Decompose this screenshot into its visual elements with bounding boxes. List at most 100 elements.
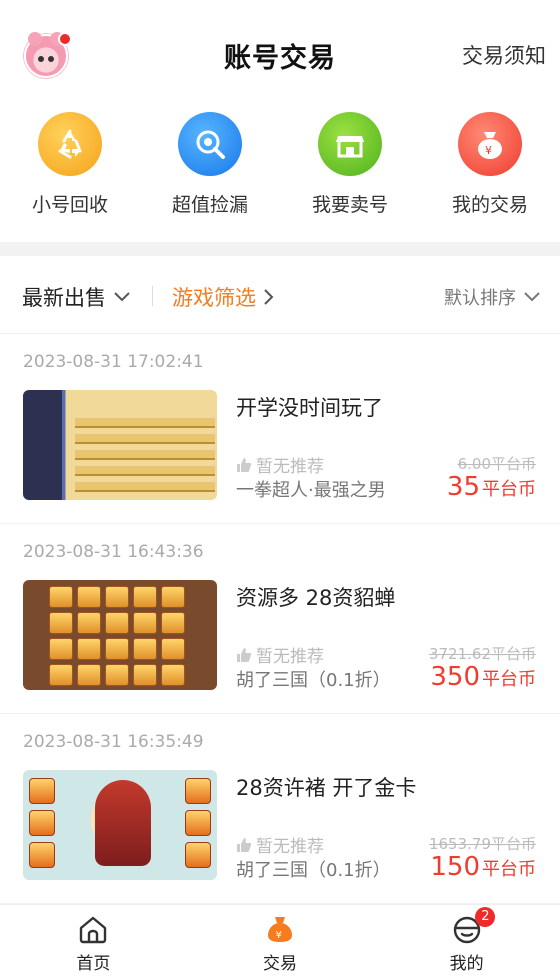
storefront-icon <box>318 112 382 176</box>
sort-label: 默认排序 <box>444 288 516 309</box>
thumb-row <box>75 450 215 460</box>
price-value: 150 <box>430 852 480 882</box>
thumb-cell <box>161 612 185 634</box>
original-price: 6.00平台币 <box>457 455 536 473</box>
quick-item-label: 超值捡漏 <box>171 194 248 216</box>
listing-title: 资源多 28资貂蝉 <box>236 586 396 610</box>
price-unit: 平台币 <box>482 479 536 500</box>
thumb-card <box>29 778 55 804</box>
tab-profile[interactable]: 我的 2 <box>373 905 560 980</box>
game-filter-label: 游戏筛选 <box>172 286 256 310</box>
section-divider <box>0 242 560 256</box>
listing-price: 35 平台币 <box>447 472 536 502</box>
profile-badge: 2 <box>475 907 496 927</box>
listing-time: 2023-08-31 16:35:49 <box>23 732 204 752</box>
thumb-cell <box>161 638 185 660</box>
listing-price: 350 平台币 <box>430 662 536 692</box>
trade-notice-link[interactable]: 交易须知 <box>462 40 546 70</box>
tab-trade[interactable]: ¥ 交易 <box>187 905 374 980</box>
thumb-cell <box>133 586 157 608</box>
game-filter-button[interactable]: 游戏筛选 <box>172 282 274 312</box>
original-price: 3721.62平台币 <box>428 645 536 663</box>
quick-item-label: 小号回收 <box>31 194 108 216</box>
list-item[interactable]: 2023-08-31 16:35:49 28资许褚 开了金卡 暂无推荐 胡了三国… <box>0 714 560 904</box>
tab-label: 交易 <box>263 954 297 974</box>
price-value: 35 <box>446 472 480 502</box>
filter-separator <box>152 286 153 306</box>
thumb-cell <box>77 664 101 686</box>
chevron-down-icon <box>524 292 540 302</box>
recommend-label: 暂无推荐 <box>256 457 324 477</box>
price-unit: 平台币 <box>482 859 536 880</box>
header: 账号交易 交易须知 <box>0 0 560 100</box>
thumbs-up-icon <box>237 647 252 662</box>
thumb-row <box>75 418 215 428</box>
thumb-card <box>185 778 211 804</box>
thumb-cell <box>161 586 185 608</box>
thumb-row <box>75 434 215 444</box>
tab-home[interactable]: 首页 <box>0 905 187 980</box>
listing-price: 150 平台币 <box>430 852 536 882</box>
recommend-status: 暂无推荐 <box>236 452 324 477</box>
quick-item-my-trades[interactable]: ¥ 我的交易 <box>420 112 560 224</box>
original-price: 1653.79平台币 <box>428 835 536 853</box>
listing-thumbnail <box>23 390 217 500</box>
sort-dropdown[interactable]: 默认排序 <box>444 284 540 310</box>
thumb-cell <box>133 612 157 634</box>
home-icon <box>80 916 107 944</box>
thumb-cell <box>161 664 185 686</box>
thumb-row <box>75 482 215 492</box>
recommend-label: 暂无推荐 <box>256 647 324 667</box>
thumb-card <box>185 842 211 868</box>
money-bag-icon: ¥ <box>458 112 522 176</box>
listing-game: 胡了三国（0.1折） <box>236 860 391 881</box>
thumb-cell <box>105 586 129 608</box>
list-item[interactable]: 2023-08-31 16:43:36 资源多 28资貂蝉 暂无推荐 胡了三国（… <box>0 524 560 714</box>
thumb-cell <box>105 664 129 686</box>
thumb-cell <box>49 612 73 634</box>
listing-time: 2023-08-31 17:02:41 <box>23 352 204 372</box>
tab-label: 我的 <box>449 954 484 974</box>
thumb-cell <box>133 638 157 660</box>
thumb-card <box>185 810 211 836</box>
chevron-down-icon <box>114 292 130 302</box>
price-unit: 平台币 <box>482 669 536 690</box>
thumb-cell <box>133 664 157 686</box>
listing-time: 2023-08-31 16:43:36 <box>23 542 204 562</box>
recycle-icon <box>38 112 102 176</box>
recommend-status: 暂无推荐 <box>236 832 324 857</box>
bottom-tab-bar: 首页 ¥ 交易 我的 2 <box>0 904 560 980</box>
quick-item-sell[interactable]: 我要卖号 <box>280 112 420 224</box>
quick-menu: 小号回收 超值捡漏 我要卖号 ¥ 我的交易 <box>0 112 560 224</box>
quick-item-recycle[interactable]: 小号回收 <box>0 112 140 224</box>
listing-thumbnail <box>23 580 217 690</box>
latest-sale-dropdown[interactable]: 最新出售 <box>22 282 130 312</box>
listing-game: 一拳超人·最强之男 <box>236 480 386 501</box>
list-item[interactable]: 2023-08-31 17:02:41 开学没时间玩了 暂无推荐 一拳超人·最强… <box>0 334 560 524</box>
listing-title: 28资许褚 开了金卡 <box>236 776 417 800</box>
latest-sale-label: 最新出售 <box>22 286 106 310</box>
price-value: 350 <box>430 662 480 692</box>
magnifier-icon <box>178 112 242 176</box>
thumb-cell <box>49 586 73 608</box>
thumb-card <box>29 810 55 836</box>
svg-text:¥: ¥ <box>276 930 282 941</box>
listing-game: 胡了三国（0.1折） <box>236 670 391 691</box>
svg-text:¥: ¥ <box>485 144 492 157</box>
quick-item-label: 我的交易 <box>451 194 528 216</box>
thumb-cell <box>49 638 73 660</box>
recommend-label: 暂无推荐 <box>256 837 324 857</box>
quick-item-bargain[interactable]: 超值捡漏 <box>140 112 280 224</box>
trade-bag-icon: ¥ <box>268 917 292 942</box>
recommend-status: 暂无推荐 <box>236 642 324 667</box>
thumb-cell <box>105 612 129 634</box>
quick-item-label: 我要卖号 <box>311 194 388 216</box>
thumb-cell <box>77 612 101 634</box>
listing-thumbnail <box>23 770 217 880</box>
filter-bar: 最新出售 游戏筛选 默认排序 <box>0 256 560 334</box>
thumbs-up-icon <box>237 837 252 852</box>
listing-list: 2023-08-31 17:02:41 开学没时间玩了 暂无推荐 一拳超人·最强… <box>0 334 560 904</box>
thumb-cell <box>77 586 101 608</box>
thumb-card <box>29 842 55 868</box>
thumb-cell <box>49 664 73 686</box>
